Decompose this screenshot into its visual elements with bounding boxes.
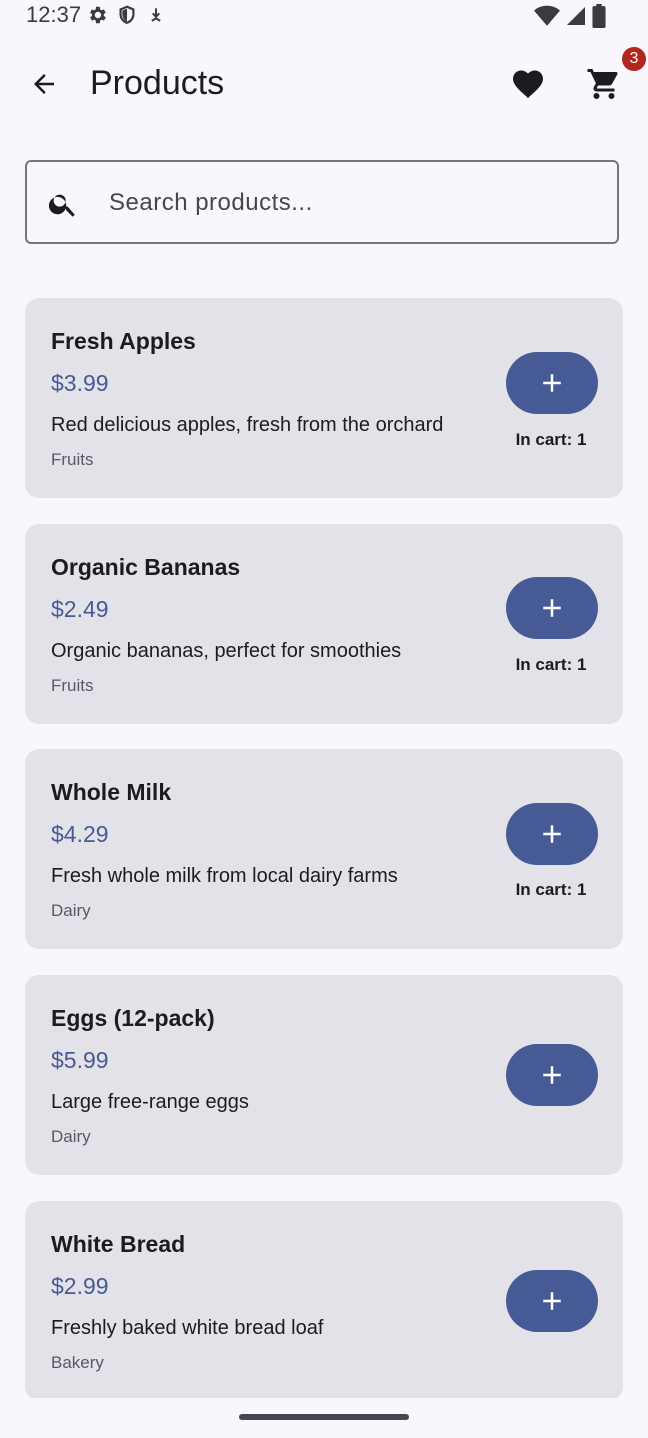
product-name: Fresh Apples	[51, 328, 196, 354]
cart-button[interactable]	[580, 60, 628, 108]
product-description: Organic bananas, perfect for smoothies	[51, 640, 402, 662]
product-name: Eggs (12-pack)	[51, 1005, 215, 1031]
shield-icon	[116, 4, 138, 31]
plus-icon	[543, 599, 561, 617]
search-field[interactable]	[25, 160, 619, 244]
wifi-icon	[534, 5, 560, 32]
add-to-cart-button[interactable]	[506, 1270, 598, 1332]
add-to-cart-button[interactable]	[506, 577, 598, 639]
battery-icon	[592, 4, 606, 33]
shopping-cart-icon	[587, 69, 618, 99]
in-cart-count: In cart: 1	[515, 430, 587, 449]
plus-icon	[543, 1292, 561, 1310]
back-button[interactable]	[20, 60, 68, 108]
download-icon	[146, 4, 166, 31]
product-card[interactable]: Eggs (12-pack) $5.99 Large free-range eg…	[25, 975, 623, 1175]
product-name: White Bread	[51, 1231, 186, 1257]
product-card[interactable]: Whole Milk $4.29 Fresh whole milk from l…	[25, 749, 623, 949]
product-list: Fresh Apples $3.99 Red delicious apples,…	[25, 298, 623, 1398]
status-right-icons	[534, 4, 606, 33]
page-title: Products	[90, 64, 225, 102]
status-time: 12:37	[26, 2, 82, 27]
heart-icon	[513, 70, 543, 99]
product-name: Organic Bananas	[51, 554, 241, 580]
product-description: Large free-range eggs	[51, 1091, 249, 1113]
product-price: $2.99	[51, 1273, 109, 1299]
product-category: Bakery	[51, 1353, 104, 1372]
favorites-button[interactable]	[504, 60, 552, 108]
product-card[interactable]: Fresh Apples $3.99 Red delicious apples,…	[25, 298, 623, 498]
plus-icon	[543, 1066, 561, 1084]
product-category: Fruits	[51, 450, 94, 469]
product-name: Whole Milk	[51, 779, 172, 805]
product-price: $3.99	[51, 370, 109, 396]
product-card[interactable]: White Bread $2.99 Freshly baked white br…	[25, 1201, 623, 1398]
product-category: Fruits	[51, 676, 94, 695]
plus-icon	[543, 374, 561, 392]
product-price: $2.49	[51, 596, 109, 622]
top-app-bar: Products	[0, 50, 648, 120]
search-icon	[47, 188, 79, 220]
product-description: Fresh whole milk from local dairy farms	[51, 865, 398, 887]
product-card[interactable]: Organic Bananas $2.49 Organic bananas, p…	[25, 524, 623, 724]
status-left-icons	[86, 4, 166, 31]
in-cart-count: In cart: 1	[515, 880, 587, 899]
home-indicator[interactable]	[239, 1414, 409, 1420]
plus-icon	[543, 825, 561, 843]
arrow-back-icon	[34, 74, 54, 94]
settings-gear-icon	[86, 4, 108, 31]
in-cart-count: In cart: 1	[515, 655, 587, 674]
add-to-cart-button[interactable]	[506, 803, 598, 865]
product-category: Dairy	[51, 1127, 91, 1146]
product-category: Dairy	[51, 901, 91, 920]
product-description: Red delicious apples, fresh from the orc…	[51, 414, 444, 436]
search-input[interactable]	[107, 180, 601, 226]
add-to-cart-button[interactable]	[506, 352, 598, 414]
signal-icon	[566, 5, 586, 32]
product-price: $5.99	[51, 1047, 109, 1073]
product-price: $4.29	[51, 821, 109, 847]
cart-count-badge: 3	[622, 47, 646, 71]
product-description: Freshly baked white bread loaf	[51, 1317, 324, 1339]
status-bar: 12:37	[0, 0, 648, 32]
add-to-cart-button[interactable]	[506, 1044, 598, 1106]
